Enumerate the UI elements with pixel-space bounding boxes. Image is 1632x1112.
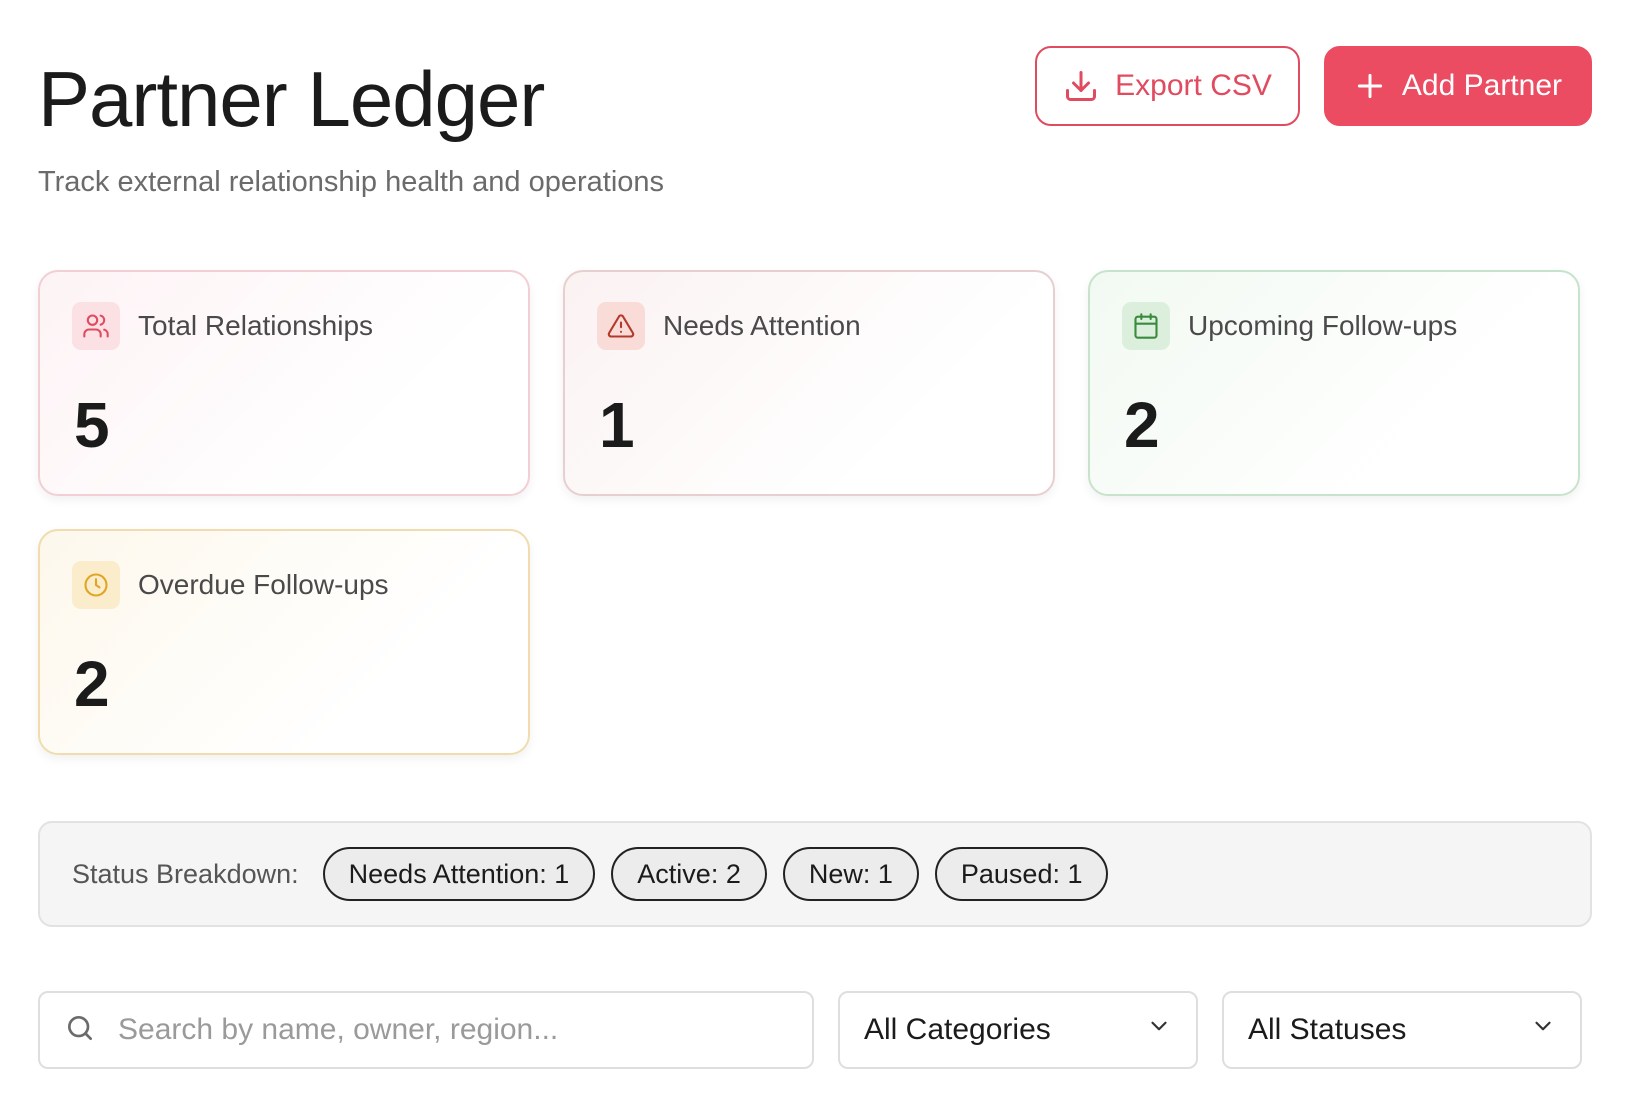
stat-card-upcoming-follow-ups: Upcoming Follow-ups 2 <box>1088 270 1580 496</box>
add-partner-button[interactable]: Add Partner <box>1323 46 1592 126</box>
users-icon <box>72 302 120 350</box>
search-input[interactable] <box>118 1013 788 1047</box>
stat-card-needs-attention: Needs Attention 1 <box>563 270 1055 496</box>
search-box[interactable] <box>38 991 814 1069</box>
export-csv-label: Export CSV <box>1115 69 1272 102</box>
stat-value: 5 <box>74 389 110 461</box>
status-breakdown-label: Status Breakdown: <box>72 858 299 889</box>
status-select[interactable]: All Statuses <box>1222 991 1582 1069</box>
chevron-down-icon <box>1530 1013 1556 1047</box>
status-breakdown: Status Breakdown: Needs Attention: 1 Act… <box>38 821 1592 927</box>
stat-value: 1 <box>599 389 635 461</box>
header: Partner Ledger Track external relationsh… <box>38 0 1592 230</box>
calendar-icon <box>1122 302 1170 350</box>
status-chip-paused[interactable]: Paused: 1 <box>934 847 1109 901</box>
category-select[interactable]: All Categories <box>838 991 1198 1069</box>
page-subtitle: Track external relationship health and o… <box>38 166 665 198</box>
stat-label: Overdue Follow-ups <box>138 569 389 600</box>
search-icon <box>64 1012 96 1049</box>
filters-bar: All Categories All Statuses <box>38 991 1592 1069</box>
page-title: Partner Ledger <box>38 55 545 143</box>
stat-value: 2 <box>1124 389 1160 461</box>
stat-card-overdue-follow-ups: Overdue Follow-ups 2 <box>38 529 530 755</box>
status-chip-active[interactable]: Active: 2 <box>611 847 767 901</box>
clock-icon <box>72 561 120 609</box>
category-select-value: All Categories <box>864 1013 1051 1046</box>
add-partner-label: Add Partner <box>1401 69 1562 102</box>
stat-label: Total Relationships <box>138 310 374 341</box>
page: Partner Ledger Track external relationsh… <box>0 0 1632 1112</box>
status-select-value: All Statuses <box>1248 1013 1407 1046</box>
stat-card-total-relationships: Total Relationships 5 <box>38 270 530 496</box>
alert-triangle-icon <box>597 302 645 350</box>
download-icon <box>1063 68 1099 104</box>
export-csv-button[interactable]: Export CSV <box>1035 46 1300 126</box>
status-chip-new[interactable]: New: 1 <box>782 847 919 901</box>
stat-label: Upcoming Follow-ups <box>1188 310 1458 341</box>
stat-label: Needs Attention <box>663 310 861 341</box>
plus-icon <box>1354 70 1386 102</box>
stat-cards: Total Relationships 5 Needs Attention 1 <box>38 270 1592 755</box>
chevron-down-icon <box>1146 1013 1172 1047</box>
stat-value: 2 <box>74 648 110 720</box>
status-chip-needs-attention[interactable]: Needs Attention: 1 <box>322 847 596 901</box>
header-actions: Export CSV Add Partner <box>1035 46 1592 126</box>
